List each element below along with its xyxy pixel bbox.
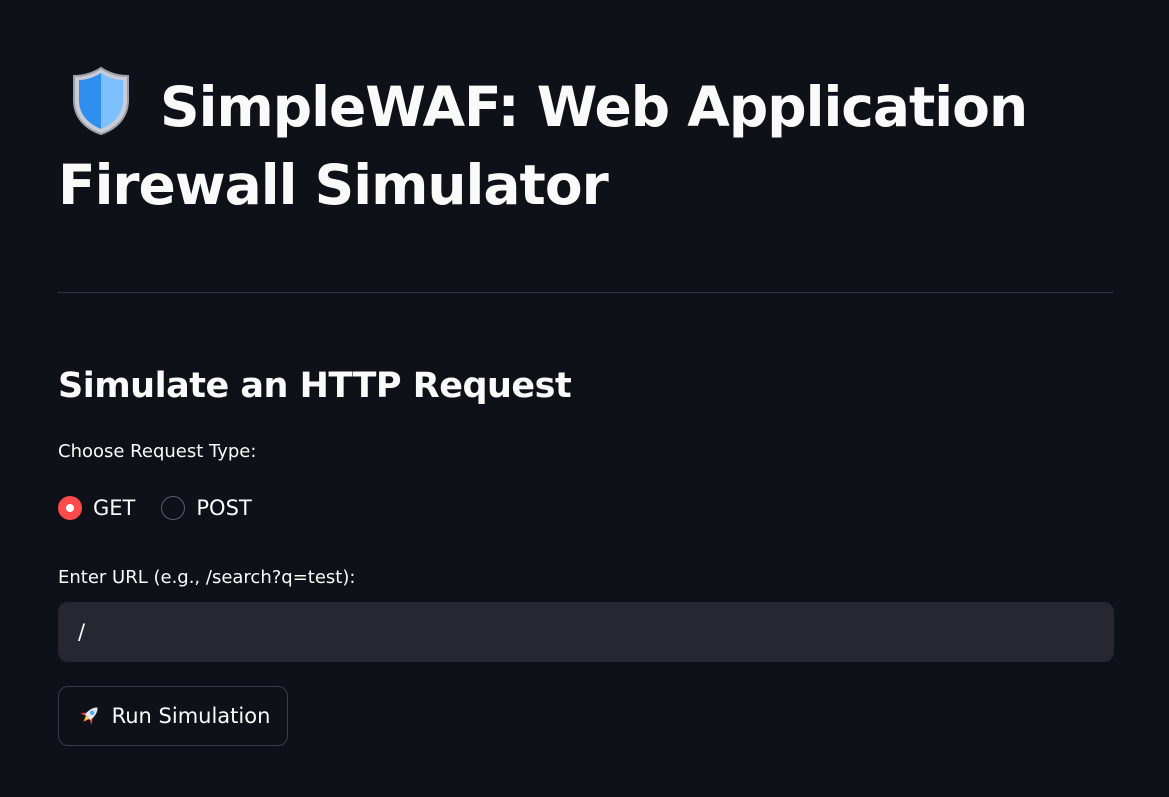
rocket-icon [76,703,102,729]
radio-option-get[interactable]: GET [58,496,135,520]
radio-option-post[interactable]: POST [161,496,252,520]
divider [58,292,1114,293]
section-subheader: Simulate an HTTP Request [58,366,572,406]
page-title-text: SimpleWAF: Web Application Firewall Simu… [58,75,1028,217]
run-simulation-label: Run Simulation [111,704,271,728]
radio-label-get: GET [93,496,136,520]
page-title: SimpleWAF: Web Application Firewall Simu… [58,66,1058,224]
url-input[interactable] [58,602,1114,662]
run-simulation-button[interactable]: Run Simulation [58,686,288,746]
shield-icon [70,66,132,136]
radio-label-post: POST [196,496,252,520]
request-type-label: Choose Request Type: [58,441,257,462]
radio-button-get[interactable] [58,496,82,520]
app-page: SimpleWAF: Web Application Firewall Simu… [0,0,1169,797]
url-input-label: Enter URL (e.g., /search?q=test): [58,567,356,588]
request-type-radio-group: GET POST [58,493,278,523]
radio-button-post[interactable] [161,496,186,520]
